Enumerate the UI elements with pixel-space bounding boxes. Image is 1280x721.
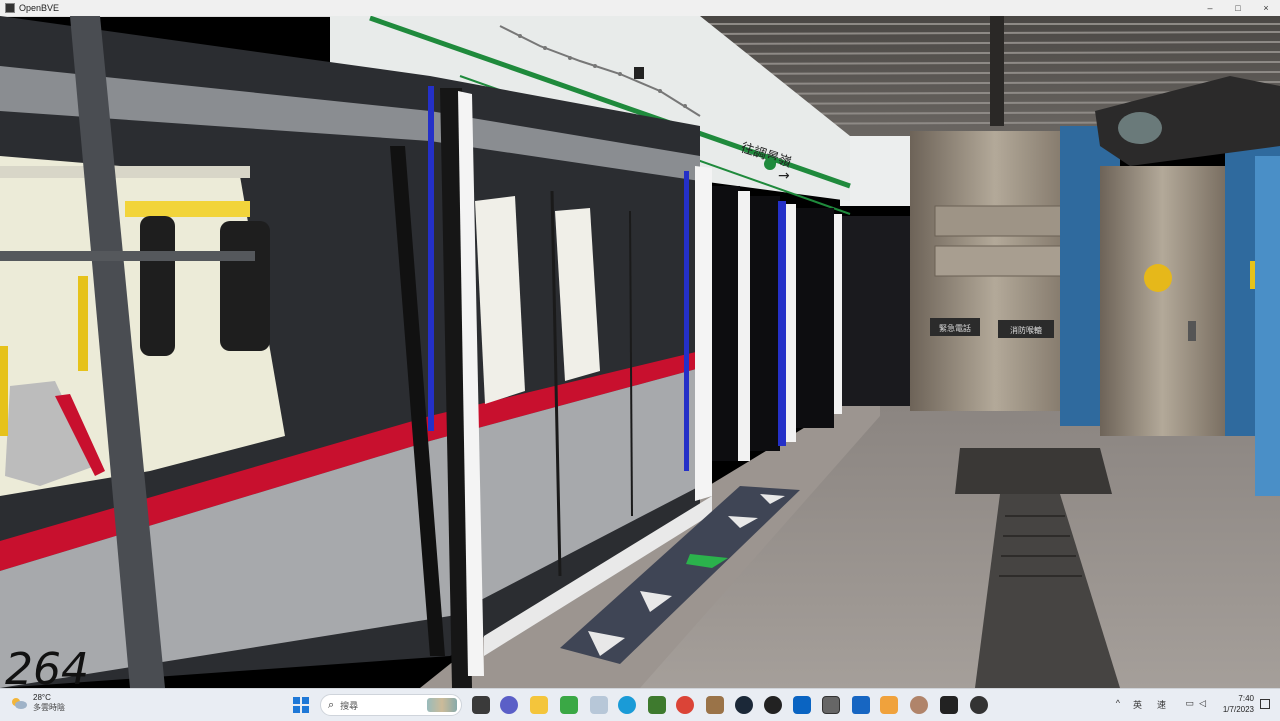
- photos-icon[interactable]: [590, 696, 608, 714]
- steel-panel-slot-2: [934, 245, 1066, 277]
- weather-temp: 28°C: [33, 693, 51, 702]
- search-highlight-image: [427, 698, 457, 712]
- search-icon: ⌕: [328, 698, 335, 711]
- psd-blue-light-2: [684, 171, 689, 471]
- camera-lens: [1118, 112, 1162, 144]
- steam-icon[interactable]: [735, 696, 753, 714]
- psd-blue-light-1: [428, 86, 434, 431]
- door-handle[interactable]: [1188, 321, 1196, 341]
- clock-date: 1/7/2023: [1222, 705, 1254, 714]
- back-wall-header: [840, 136, 915, 206]
- office-icon[interactable]: [880, 696, 898, 714]
- ceiling-beam: [990, 16, 1004, 126]
- weather-widget[interactable]: 28°C 多雲時陰: [10, 693, 65, 713]
- notification-icon[interactable]: [1260, 699, 1270, 709]
- paint-icon[interactable]: [852, 696, 870, 714]
- platform-screen-doors-far: [700, 181, 842, 471]
- steel-door[interactable]: [1100, 166, 1225, 436]
- station-scene: 緊急電話 消防喉轆 往調景嶺 → 264: [0, 16, 1280, 688]
- platform-sign-1-text: 緊急電話: [939, 323, 971, 333]
- blue-pillar-front: [1255, 156, 1280, 496]
- window-frame-bar: [0, 251, 255, 261]
- folder-icon[interactable]: [530, 696, 548, 714]
- maximize-button[interactable]: □: [1224, 0, 1252, 16]
- network-icon[interactable]: ▭: [1185, 698, 1194, 709]
- weather-desc: 多雲時陰: [33, 703, 65, 712]
- cloudy-weather-icon: [10, 696, 28, 710]
- file-explorer-icon[interactable]: [472, 696, 490, 714]
- interior-handrail: [0, 166, 250, 178]
- windows-taskbar: 28°C 多雲時陰 ⌕ 搜尋 ^ 英 速 ▭ ◁ 7:40 1/7/2023: [0, 688, 1280, 721]
- steel-panel-slot: [934, 205, 1066, 237]
- chrome-icon[interactable]: [676, 696, 694, 714]
- game-icon[interactable]: [970, 696, 988, 714]
- outlook-icon[interactable]: [793, 696, 811, 714]
- game-viewport[interactable]: 緊急電話 消防喉轆 往調景嶺 → 264: [0, 16, 1280, 688]
- tray-chevron-icon[interactable]: ^: [1116, 698, 1120, 708]
- tactile-pad: [955, 448, 1112, 494]
- openbve-app-icon: [5, 3, 15, 13]
- tunnel-opening: [840, 216, 910, 406]
- windows-logo-tile: [293, 706, 300, 713]
- psd-frame-right: [695, 166, 712, 501]
- chat-icon[interactable]: [500, 696, 518, 714]
- package-icon[interactable]: [706, 696, 724, 714]
- interior-pole-tag-2: [0, 346, 8, 436]
- windows-logo-tile: [302, 706, 309, 713]
- obs-icon[interactable]: [764, 696, 782, 714]
- window-controls: – □ ×: [1196, 0, 1280, 16]
- car-number: 264: [5, 644, 89, 688]
- interior-door-window-right: [220, 221, 270, 351]
- close-button[interactable]: ×: [1252, 0, 1280, 16]
- minecraft-icon[interactable]: [648, 696, 666, 714]
- volume-icon[interactable]: ◁: [1199, 698, 1206, 709]
- clock[interactable]: 7:40 1/7/2023: [1223, 693, 1254, 715]
- interior-door-window-left: [140, 216, 175, 356]
- windows-logo-tile: [302, 697, 309, 704]
- store-icon[interactable]: [560, 696, 578, 714]
- interior-route-strip: [125, 201, 250, 217]
- start-button[interactable]: [293, 697, 309, 713]
- warning-sign-icon: [1144, 264, 1172, 292]
- clock-time: 7:40: [1238, 694, 1254, 703]
- current-station-marker: [634, 67, 644, 79]
- windows-logo-icon: [293, 697, 300, 704]
- terminal-icon[interactable]: [940, 696, 958, 714]
- search-input[interactable]: 搜尋: [340, 699, 358, 712]
- window-title: OpenBVE: [19, 3, 60, 13]
- minimize-button[interactable]: –: [1196, 0, 1224, 16]
- direction-arrow: →: [778, 168, 790, 184]
- avatar-icon[interactable]: [910, 696, 928, 714]
- interior-pole-tag: [78, 276, 88, 371]
- taskbar-search[interactable]: ⌕ 搜尋: [320, 694, 462, 716]
- window-titlebar: OpenBVE – □ ×: [0, 0, 1280, 17]
- ime-indicator[interactable]: 速: [1157, 698, 1166, 711]
- line-badge-icon: [764, 158, 776, 170]
- platform-sign-2-text: 消防喉轆: [1010, 325, 1042, 335]
- edge-icon[interactable]: [618, 696, 636, 714]
- language-indicator[interactable]: 英: [1133, 698, 1142, 711]
- weather-text: 28°C 多雲時陰: [33, 693, 65, 713]
- openbve-icon[interactable]: [822, 696, 840, 714]
